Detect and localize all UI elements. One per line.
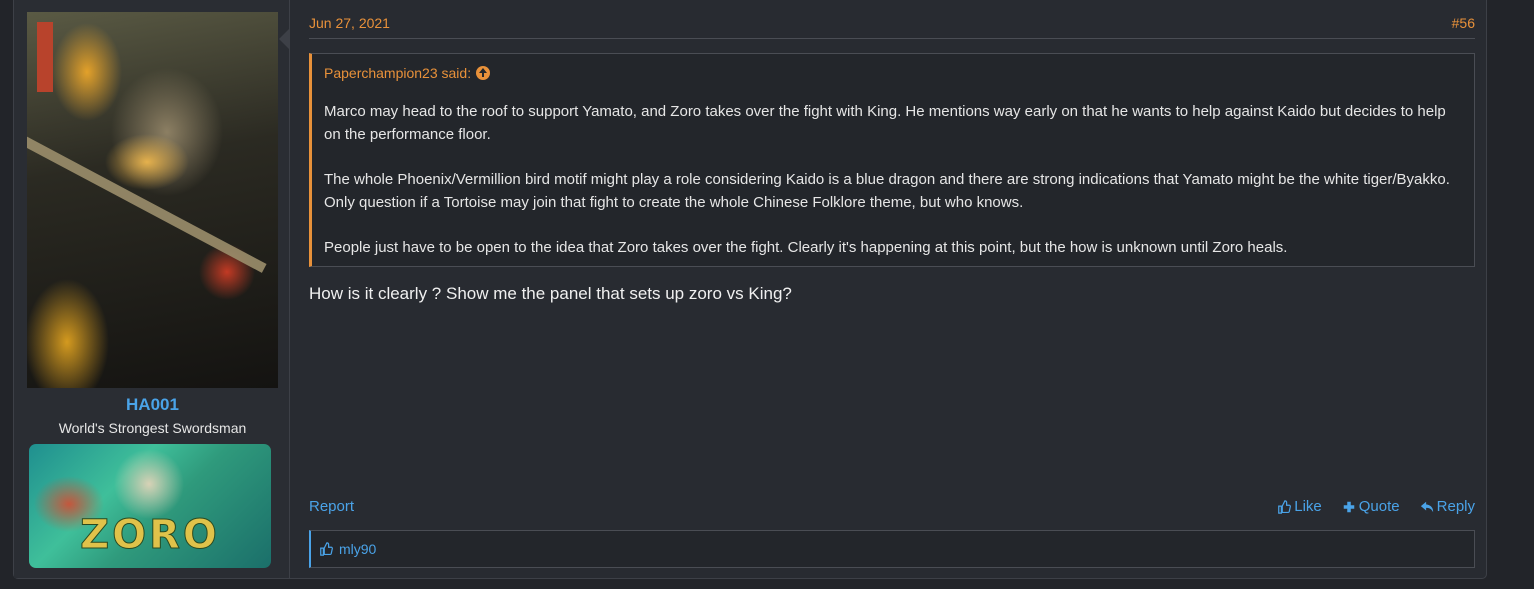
user-title: World's Strongest Swordsman [58, 420, 247, 436]
post-actions: Report Like Quote Reply [309, 498, 1475, 518]
post-main: Jun 27, 2021 #56 Paperchampion23 said: M… [309, 0, 1475, 578]
quote-block: Paperchampion23 said: Marco may head to … [309, 53, 1475, 267]
thumbs-up-icon [320, 542, 333, 556]
quote-label: Quote [1358, 498, 1400, 515]
quote-paragraph: People just have to be open to the idea … [324, 239, 1288, 256]
like-label: Like [1294, 498, 1322, 515]
banner-text: ZORO [80, 512, 220, 559]
user-banner: ZORO [29, 444, 271, 568]
forum-post: HA001 World's Strongest Swordsman ZORO J… [13, 0, 1487, 579]
avatar-seal-decoration [37, 22, 53, 92]
reply-button[interactable]: Reply [1420, 498, 1475, 515]
quote-body: Marco may head to the roof to support Ya… [324, 100, 1464, 281]
quote-paragraph: The whole Phoenix/Vermillion bird motif … [324, 171, 1450, 211]
avatar-sword-decoration [27, 132, 267, 273]
arrow-up-circle-icon[interactable] [476, 66, 491, 80]
post-body: How is it clearly ? Show me the panel th… [309, 284, 792, 303]
quote-header[interactable]: Paperchampion23 said: [324, 65, 491, 81]
post-action-buttons: Like Quote Reply [1277, 498, 1475, 515]
plus-icon [1343, 501, 1355, 512]
likes-bar: mly90 [309, 530, 1475, 568]
quote-author[interactable]: Paperchampion23 said: [324, 65, 471, 81]
reply-label: Reply [1436, 498, 1475, 515]
post-meta: Jun 27, 2021 #56 [309, 14, 1475, 39]
username[interactable]: HA001 [27, 395, 278, 415]
like-button[interactable]: Like [1277, 498, 1322, 515]
reply-arrow-icon [1420, 501, 1433, 512]
quote-paragraph: Marco may head to the roof to support Ya… [324, 103, 1446, 143]
post-number[interactable]: #56 [1452, 15, 1475, 31]
avatar[interactable] [27, 12, 278, 388]
message-arrow [279, 28, 290, 50]
thumbs-up-icon [1278, 499, 1292, 514]
quote-button[interactable]: Quote [1342, 498, 1400, 515]
post-date[interactable]: Jun 27, 2021 [309, 15, 390, 31]
user-sidebar: HA001 World's Strongest Swordsman ZORO [14, 0, 290, 578]
liker-name[interactable]: mly90 [339, 541, 376, 557]
report-link[interactable]: Report [309, 498, 354, 515]
